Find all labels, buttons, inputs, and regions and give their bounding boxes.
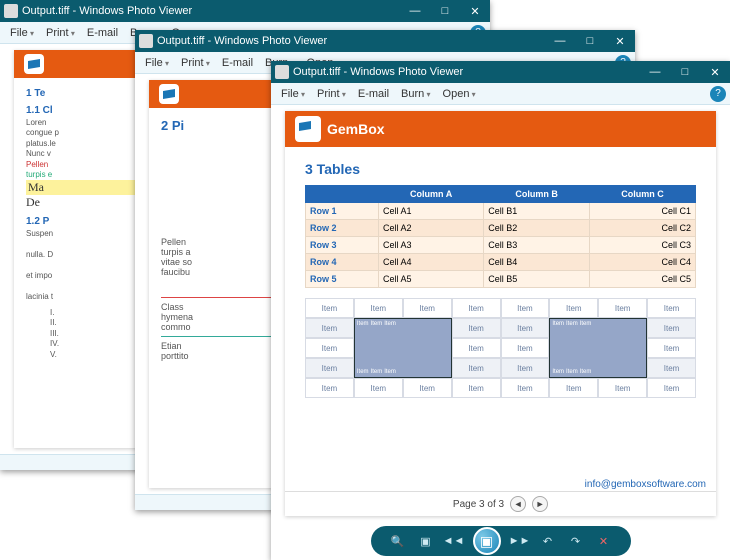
titlebar[interactable]: Output.tiff - Windows Photo Viewer — □ ✕	[0, 0, 490, 22]
window-3: Output.tiff - Windows Photo Viewer — □ ✕…	[271, 61, 730, 560]
maximize-button[interactable]: □	[670, 61, 700, 83]
next-image-button[interactable]: ►►	[511, 532, 529, 550]
window-title: Output.tiff - Windows Photo Viewer	[157, 35, 545, 47]
menu-open[interactable]: Open	[437, 88, 482, 100]
data-table: Column A Column B Column C Row 1Cell A1C…	[305, 185, 696, 288]
app-icon	[139, 34, 153, 48]
layout-grid: ItemItemItemItemItemItemItemItem Item It…	[305, 298, 696, 398]
close-button[interactable]: ✕	[700, 61, 730, 83]
gembox-logo-icon	[159, 84, 179, 104]
close-button[interactable]: ✕	[460, 0, 490, 22]
merged-cell: ItemItemItem ItemItemItem	[549, 318, 647, 378]
prev-image-button[interactable]: ◄◄	[445, 532, 463, 550]
menu-email[interactable]: E-mail	[81, 27, 124, 39]
rotate-right-button[interactable]: ↷	[567, 532, 585, 550]
menu-print[interactable]: Print	[311, 88, 352, 100]
app-icon	[275, 65, 289, 79]
menu-email[interactable]: E-mail	[352, 88, 395, 100]
close-button[interactable]: ✕	[605, 30, 635, 52]
help-icon[interactable]: ?	[710, 86, 726, 102]
brand-name: GemBox	[327, 121, 385, 137]
minimize-button[interactable]: —	[545, 30, 575, 52]
page-next-button[interactable]: ►	[532, 496, 548, 512]
menu-file[interactable]: File	[139, 57, 175, 69]
zoom-button[interactable]: 🔍	[389, 532, 407, 550]
minimize-button[interactable]: —	[400, 0, 430, 22]
window-title: Output.tiff - Windows Photo Viewer	[293, 66, 640, 78]
menubar: File Print E-mail Burn Open ?	[271, 83, 730, 105]
merged-cell: ItemItemItem ItemItemItem	[354, 318, 452, 378]
delete-button[interactable]: ✕	[595, 532, 613, 550]
brand-bar: GemBox	[285, 111, 716, 147]
page-indicator: Page 3 of 3	[453, 499, 504, 510]
menu-email[interactable]: E-mail	[216, 57, 259, 69]
window-title: Output.tiff - Windows Photo Viewer	[22, 5, 400, 17]
gembox-logo-icon	[24, 54, 44, 74]
menu-file[interactable]: File	[4, 27, 40, 39]
menu-burn[interactable]: Burn	[395, 88, 437, 100]
minimize-button[interactable]: —	[640, 61, 670, 83]
menu-print[interactable]: Print	[40, 27, 81, 39]
slideshow-button[interactable]: ▣	[473, 527, 501, 555]
gembox-logo-icon	[295, 116, 321, 142]
titlebar[interactable]: Output.tiff - Windows Photo Viewer — □ ✕	[271, 61, 730, 83]
app-icon	[4, 4, 18, 18]
rotate-left-button[interactable]: ↶	[539, 532, 557, 550]
fit-button[interactable]: ▣	[417, 532, 435, 550]
section-heading: 3 Tables	[305, 161, 696, 177]
viewer-body: GemBox 3 Tables Column A Column B Column…	[271, 105, 730, 522]
maximize-button[interactable]: □	[575, 30, 605, 52]
titlebar[interactable]: Output.tiff - Windows Photo Viewer — □ ✕	[135, 30, 635, 52]
viewer-controls: 🔍 ▣ ◄◄ ▣ ►► ↶ ↷ ✕	[371, 526, 631, 556]
menu-print[interactable]: Print	[175, 57, 216, 69]
maximize-button[interactable]: □	[430, 0, 460, 22]
menu-file[interactable]: File	[275, 88, 311, 100]
page-prev-button[interactable]: ◄	[510, 496, 526, 512]
pager: Page 3 of 3 ◄ ►	[285, 492, 716, 516]
